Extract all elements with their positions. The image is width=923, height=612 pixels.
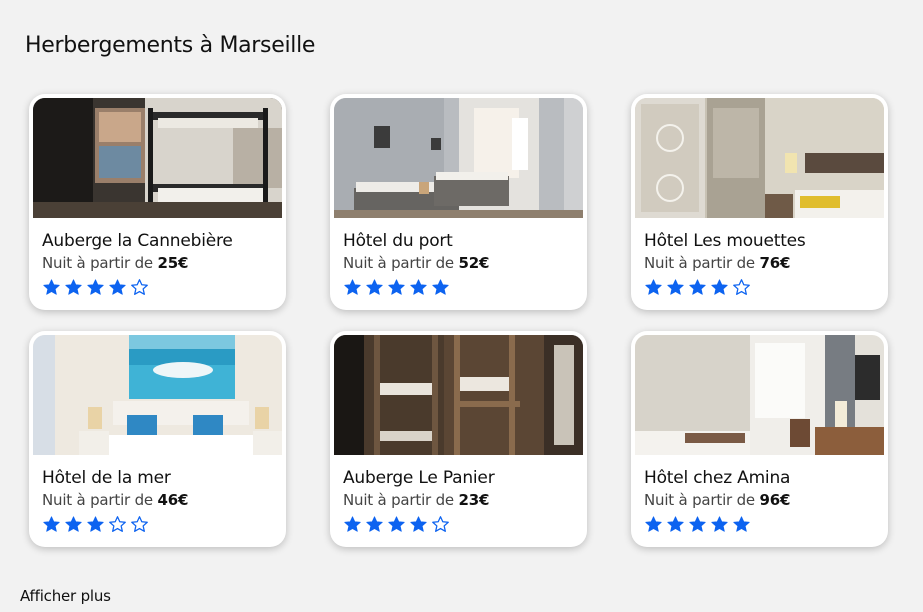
listing-name: Auberge Le Panier <box>343 468 495 488</box>
listing-price: Nuit à partir de 52€ <box>343 254 490 272</box>
listing-photo <box>33 335 282 455</box>
listing-price: Nuit à partir de 25€ <box>42 254 189 272</box>
listing-name: Hôtel Les mouettes <box>644 231 806 251</box>
rating-stars <box>42 278 282 297</box>
listing-name: Auberge la Cannebière <box>42 231 233 251</box>
listing-photo <box>33 98 282 218</box>
star-filled-icon <box>645 279 662 295</box>
star-filled-icon <box>689 279 706 295</box>
listing-photo <box>334 98 583 218</box>
star-filled-icon <box>43 279 60 295</box>
page-title: Herbergements à Marseille <box>25 33 316 58</box>
listing-photo <box>635 98 884 218</box>
listing-price: Nuit à partir de 76€ <box>644 254 791 272</box>
star-filled-icon <box>87 516 104 532</box>
listing-card[interactable]: Hôtel Les mouettes Nuit à partir de 76€ <box>631 94 888 310</box>
listing-photo <box>334 335 583 455</box>
rating-stars <box>343 515 583 534</box>
star-filled-icon <box>667 279 684 295</box>
star-filled-icon <box>733 516 750 532</box>
star-filled-icon <box>689 516 706 532</box>
star-filled-icon <box>366 516 383 532</box>
listing-photo <box>635 335 884 455</box>
star-filled-icon <box>43 516 60 532</box>
listing-card[interactable]: Hôtel chez Amina Nuit à partir de 96€ <box>631 331 888 547</box>
listing-name: Hôtel de la mer <box>42 468 171 488</box>
listing-card[interactable]: Hôtel du port Nuit à partir de 52€ <box>330 94 587 310</box>
star-filled-icon <box>711 279 728 295</box>
star-filled-icon <box>645 516 662 532</box>
star-filled-icon <box>667 516 684 532</box>
star-filled-icon <box>410 279 427 295</box>
star-empty-icon <box>131 516 148 532</box>
star-filled-icon <box>344 279 361 295</box>
listing-name: Hôtel chez Amina <box>644 468 791 488</box>
star-filled-icon <box>109 279 126 295</box>
rating-stars <box>644 278 884 297</box>
star-filled-icon <box>65 516 82 532</box>
listing-card[interactable]: Auberge la Cannebière Nuit à partir de 2… <box>29 94 286 310</box>
star-filled-icon <box>366 279 383 295</box>
listing-price: Nuit à partir de 46€ <box>42 491 189 509</box>
rating-stars <box>42 515 282 534</box>
star-empty-icon <box>733 279 750 295</box>
star-filled-icon <box>711 516 728 532</box>
listing-grid: Auberge la Cannebière Nuit à partir de 2… <box>29 94 888 547</box>
listing-name: Hôtel du port <box>343 231 453 251</box>
rating-stars <box>644 515 884 534</box>
listing-card[interactable]: Auberge Le Panier Nuit à partir de 23€ <box>330 331 587 547</box>
star-filled-icon <box>388 279 405 295</box>
listing-price: Nuit à partir de 96€ <box>644 491 791 509</box>
star-filled-icon <box>87 279 104 295</box>
star-filled-icon <box>344 516 361 532</box>
listing-price: Nuit à partir de 23€ <box>343 491 490 509</box>
star-filled-icon <box>432 279 449 295</box>
rating-stars <box>343 278 583 297</box>
star-empty-icon <box>432 516 449 532</box>
star-empty-icon <box>131 279 148 295</box>
star-empty-icon <box>109 516 126 532</box>
star-filled-icon <box>388 516 405 532</box>
star-filled-icon <box>410 516 427 532</box>
listing-card[interactable]: Hôtel de la mer Nuit à partir de 46€ <box>29 331 286 547</box>
star-filled-icon <box>65 279 82 295</box>
show-more-link[interactable]: Afficher plus <box>20 587 111 605</box>
